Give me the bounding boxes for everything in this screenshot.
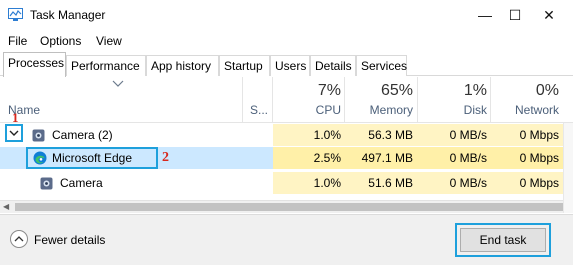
process-row-camera-group[interactable]: Camera (2) 1.0% 56.3 MB 0 MB/s 0 Mbps xyxy=(0,124,573,146)
disk-value: 0 MB/s xyxy=(449,176,487,190)
annotation-2: 2 xyxy=(162,150,169,165)
menu-options[interactable]: Options xyxy=(40,34,81,48)
cpu-value: 1.0% xyxy=(313,128,341,142)
column-header-memory[interactable]: Memory xyxy=(341,103,413,117)
tab-performance[interactable]: Performance xyxy=(66,55,146,76)
task-manager-icon xyxy=(8,8,23,21)
sort-chevron-icon xyxy=(112,80,124,87)
disk-value: 0 MB/s xyxy=(449,151,487,165)
scroll-left-icon[interactable]: ◀ xyxy=(3,202,9,211)
chevron-up-icon xyxy=(14,236,24,242)
cpu-value: 1.0% xyxy=(313,176,341,190)
memory-value: 497.1 MB xyxy=(361,151,413,165)
chevron-down-icon xyxy=(9,130,19,136)
menu-view[interactable]: View xyxy=(96,34,122,48)
memory-total-percent: 65% xyxy=(380,82,413,99)
horizontal-scrollbar[interactable]: ◀ xyxy=(0,200,563,213)
highlight-box-end-task xyxy=(455,223,551,257)
close-button[interactable]: ✕ xyxy=(526,0,572,30)
disk-value: 0 MB/s xyxy=(449,128,487,142)
disk-total-percent: 1% xyxy=(463,82,487,99)
tab-app-history[interactable]: App history xyxy=(146,55,219,76)
tab-details[interactable]: Details xyxy=(310,55,356,76)
network-value: 0 Mbps xyxy=(519,176,559,190)
title-bar: Task Manager — ☐ ✕ xyxy=(0,0,573,30)
column-divider[interactable] xyxy=(242,77,243,123)
tab-startup[interactable]: Startup xyxy=(219,55,270,76)
tab-processes[interactable]: Processes xyxy=(3,52,66,77)
scrollbar-thumb[interactable] xyxy=(15,203,563,211)
menu-bar: File Options View xyxy=(0,31,573,51)
memory-value: 51.6 MB xyxy=(368,176,413,190)
expand-collapse-toggle[interactable] xyxy=(5,124,23,142)
cpu-total-percent: 7% xyxy=(317,82,341,99)
network-value: 0 Mbps xyxy=(519,151,559,165)
column-header-network[interactable]: Network xyxy=(487,103,559,117)
camera-icon xyxy=(32,129,45,142)
network-total-percent: 0% xyxy=(535,82,559,99)
camera-icon xyxy=(40,177,53,190)
process-row-camera[interactable]: Camera 1.0% 51.6 MB 0 MB/s 0 Mbps xyxy=(0,172,573,194)
tab-users[interactable]: Users xyxy=(270,55,310,76)
tab-services[interactable]: Services xyxy=(356,55,407,76)
window-title: Task Manager xyxy=(30,8,106,22)
tab-strip: Processes Performance App history Startu… xyxy=(0,52,573,77)
highlight-box-edge xyxy=(26,147,158,169)
annotation-1: 1 xyxy=(12,110,19,125)
column-header-status[interactable]: S... xyxy=(250,103,268,117)
column-header-disk[interactable]: Disk xyxy=(413,103,487,117)
fewer-details-icon[interactable] xyxy=(10,230,28,248)
memory-value: 56.3 MB xyxy=(368,128,413,142)
column-header-cpu[interactable]: CPU xyxy=(273,103,341,117)
process-name: Camera xyxy=(60,176,103,190)
menu-file[interactable]: File xyxy=(8,34,27,48)
vertical-scrollbar[interactable] xyxy=(563,123,573,213)
fewer-details-link[interactable]: Fewer details xyxy=(34,233,105,247)
cpu-value: 2.5% xyxy=(313,151,341,165)
network-value: 0 Mbps xyxy=(519,128,559,142)
process-name: Camera (2) xyxy=(52,128,113,142)
